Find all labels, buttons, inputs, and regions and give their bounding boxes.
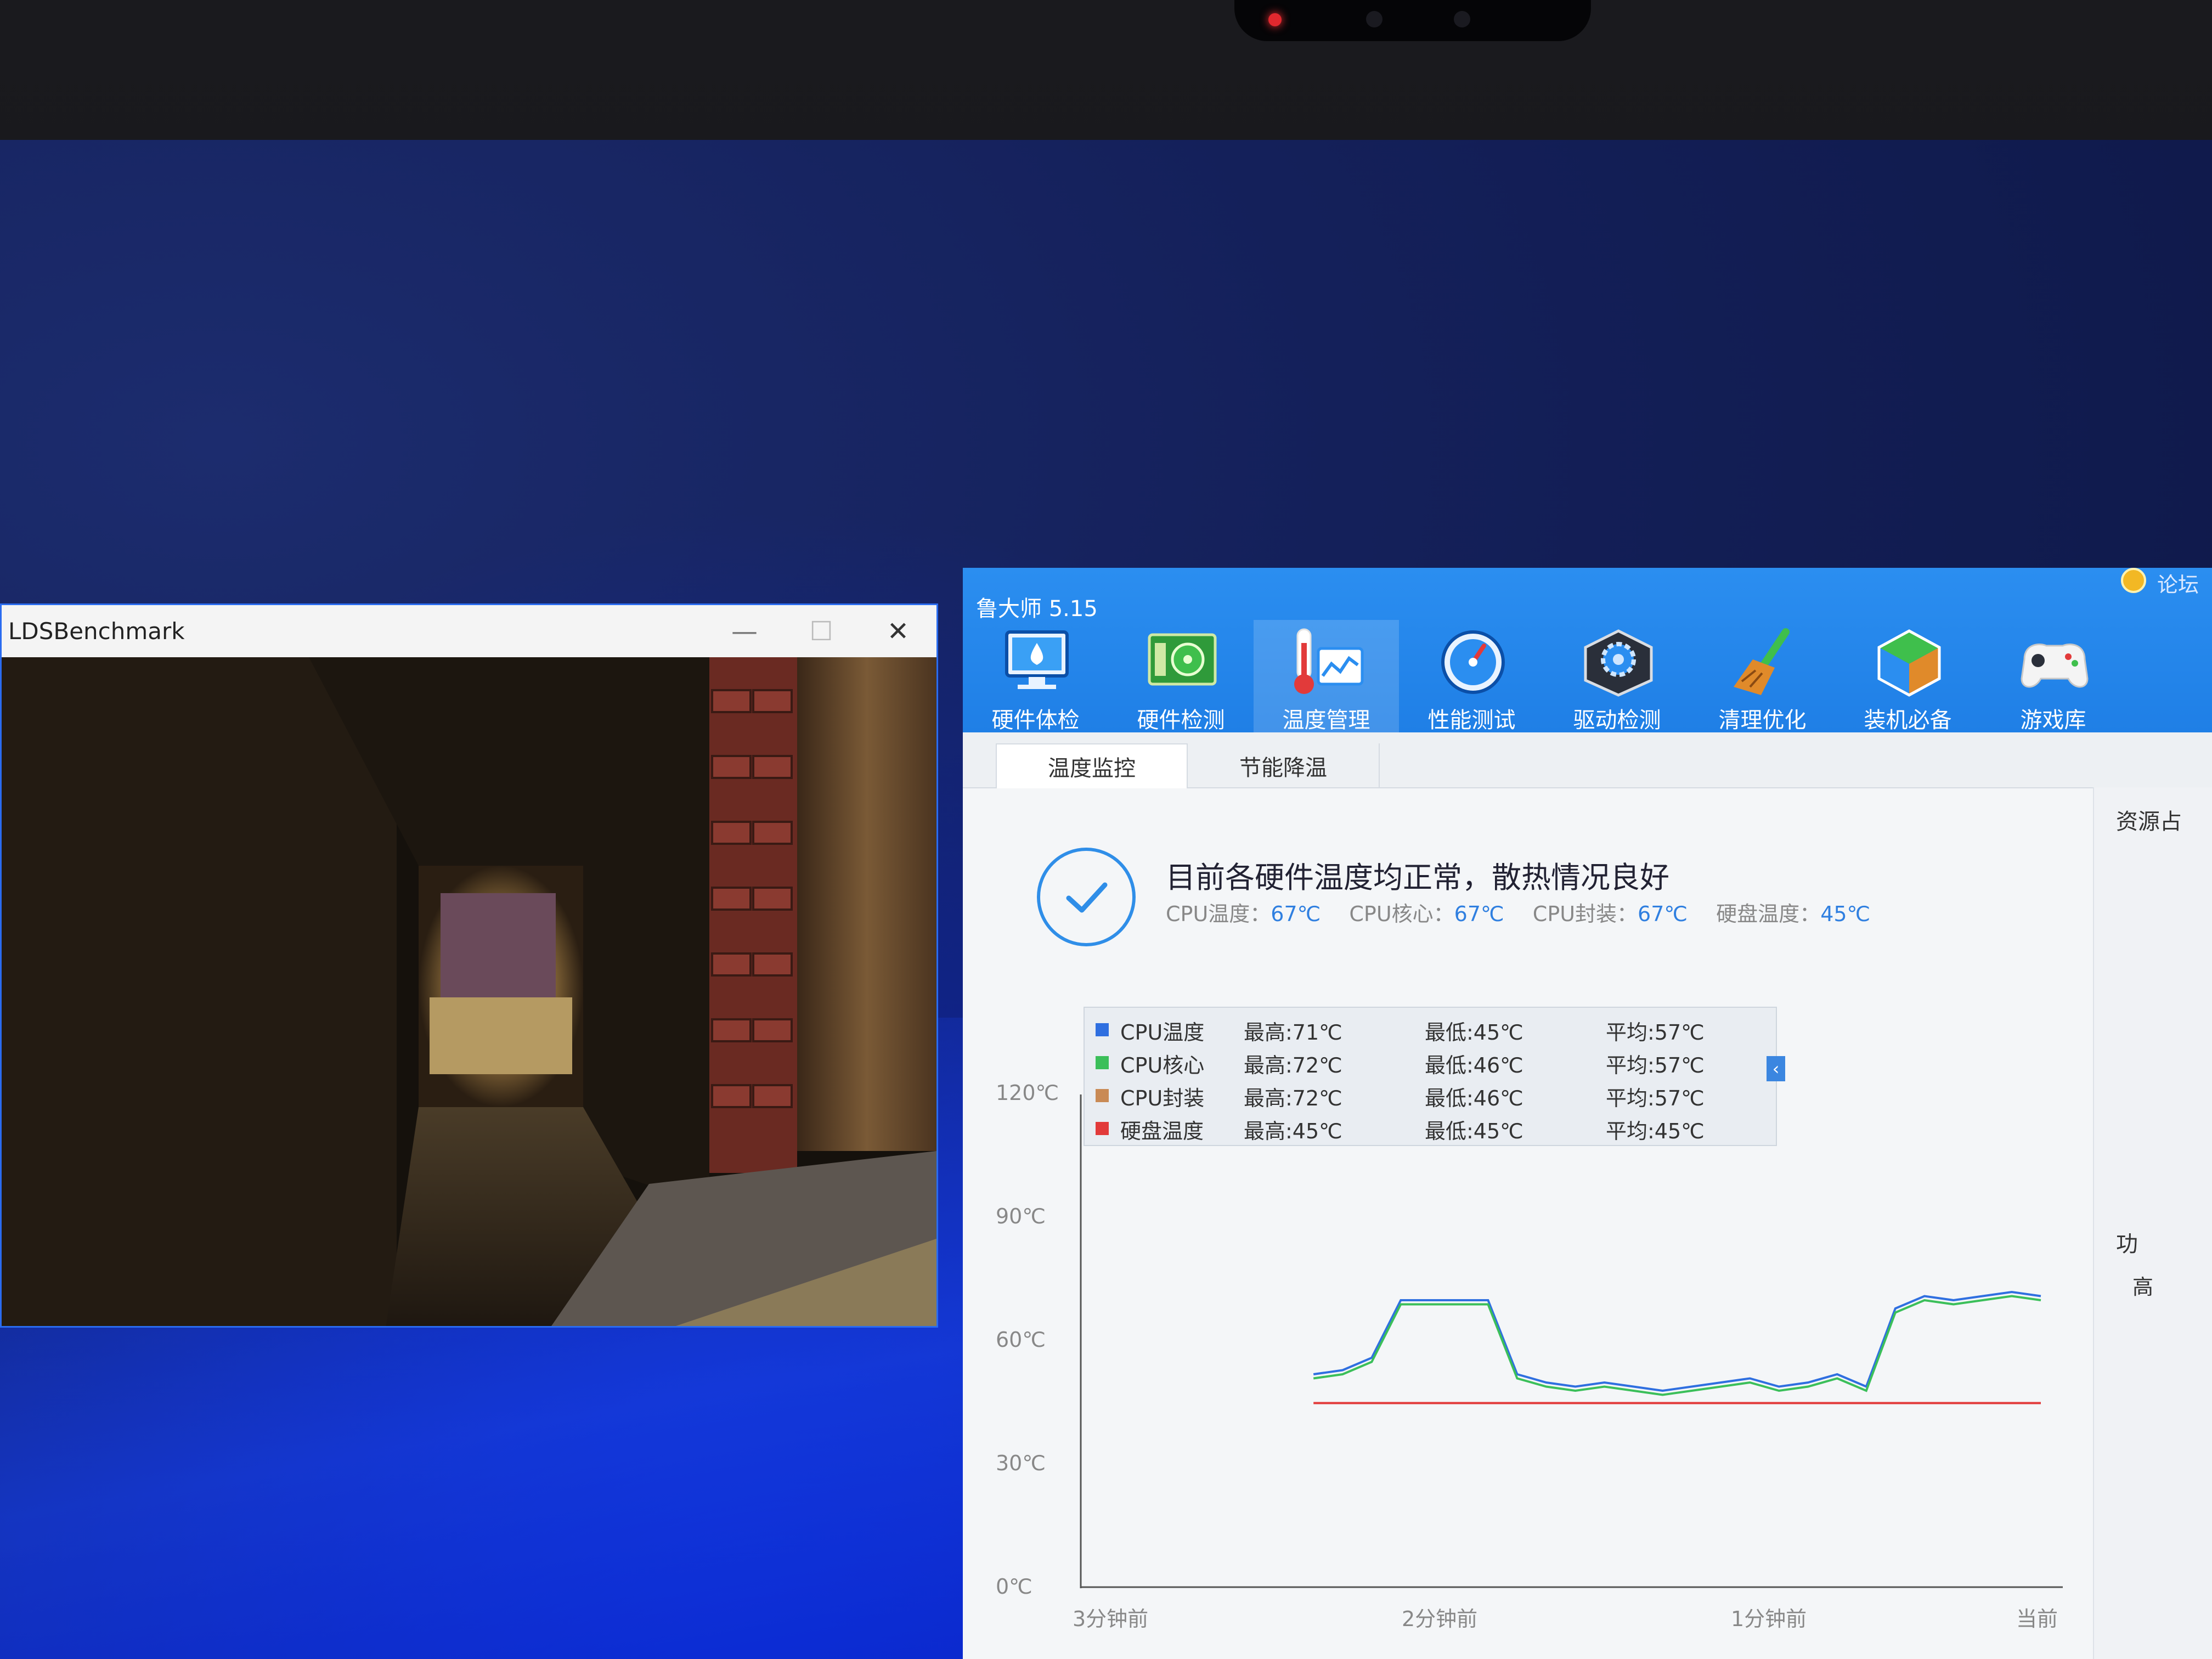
resource-side-panel: 资源占 功 高: [2093, 787, 2212, 1659]
reading-label: CPU封装：: [1532, 902, 1638, 926]
reading-value: 67℃: [1454, 902, 1504, 926]
desktop: LDSBenchmark — ☐ ✕ 鲁大师 5.15 论坛 硬件体检 硬件检测…: [0, 140, 2212, 1659]
status-ok-icon: [1037, 848, 1136, 946]
legend-max: 最高:71℃: [1244, 1020, 1342, 1045]
webcam-lens-icon: [1366, 11, 1383, 27]
monitor-check-icon: [1005, 630, 1069, 689]
benchmark-titlebar[interactable]: LDSBenchmark — ☐ ✕: [2, 605, 936, 657]
legend-min: 最低:46℃: [1425, 1053, 1523, 1077]
chart-plot-area: [1080, 1094, 2063, 1588]
reading-label: 硬盘温度：: [1716, 902, 1821, 926]
x-tick-label: 1分钟前: [1731, 1607, 1807, 1631]
x-tick-label: 当前: [2016, 1607, 2058, 1631]
status-headline: 目前各硬件温度均正常，散热情况良好: [1166, 860, 1669, 895]
maximize-button[interactable]: ☐: [783, 605, 860, 657]
legend-name: CPU核心: [1120, 1053, 1205, 1077]
x-tick-label: 2分钟前: [1402, 1607, 1478, 1631]
nav-label: 游戏库: [2020, 708, 2086, 733]
forum-link[interactable]: 论坛: [2157, 568, 2199, 598]
sub-tabs: 温度监控 节能降温: [963, 732, 2212, 788]
nav-essentials[interactable]: 装机必备: [1835, 620, 1980, 735]
legend-row-cpu-core[interactable]: CPU核心 最高:72℃ 最低:46℃ 平均:57℃: [1096, 1045, 1765, 1078]
minimize-button[interactable]: —: [706, 605, 783, 657]
reading-value: 67℃: [1271, 902, 1321, 926]
legend-avg: 平均:57℃: [1606, 1020, 1705, 1045]
nav-label: 性能测试: [1427, 708, 1516, 733]
main-nav: 硬件体检 硬件检测 温度管理 性能测试 驱动检测 清理优化 装机必备 游戏库: [963, 620, 2212, 735]
cube-box-icon: [1877, 629, 1941, 697]
y-tick-label: 60℃: [996, 1328, 1046, 1352]
benchmark-window[interactable]: LDSBenchmark — ☐ ✕: [0, 603, 938, 1328]
nav-label: 清理优化: [1718, 708, 1807, 733]
reading-value: 45℃: [1820, 902, 1871, 926]
legend-collapse-button[interactable]: ‹: [1767, 1056, 1785, 1081]
tab-temperature-monitor[interactable]: 温度监控: [996, 743, 1188, 788]
reading-label: CPU温度：: [1166, 902, 1271, 926]
nav-label: 装机必备: [1864, 708, 1952, 733]
status-readings: CPU温度：67℃ CPU核心：67℃ CPU封装：67℃ 硬盘温度：45℃: [1166, 897, 1870, 927]
side-panel-title: 资源占: [2116, 809, 2182, 834]
webcam-sensor-icon: [1454, 11, 1470, 27]
legend-name: CPU温度: [1120, 1020, 1205, 1045]
webcam-led-icon: [1268, 13, 1282, 26]
webcam-housing: [1234, 0, 1591, 41]
thermometer-chart-icon: [1294, 628, 1364, 694]
y-tick-label: 0℃: [996, 1575, 1032, 1599]
legend-row-cpu-temp[interactable]: CPU温度 最高:71℃ 最低:45℃ 平均:57℃: [1096, 1012, 1765, 1045]
y-tick-label: 90℃: [996, 1204, 1046, 1228]
nav-label: 驱动检测: [1573, 708, 1661, 733]
tab-power-saving[interactable]: 节能降温: [1188, 743, 1380, 788]
y-tick-label: 120℃: [996, 1081, 1059, 1105]
benchmark-3d-scene: [2, 657, 936, 1326]
medal-icon[interactable]: [2121, 568, 2146, 593]
reading-label: CPU核心：: [1349, 902, 1454, 926]
series-line-CPU核心: [1313, 1295, 2041, 1396]
nav-temperature[interactable]: 温度管理: [1254, 620, 1399, 735]
x-tick-label: 3分钟前: [1073, 1607, 1149, 1631]
nav-hardware-detect[interactable]: 硬件检测: [1108, 620, 1254, 735]
nav-label: 温度管理: [1282, 708, 1370, 733]
gear-chip-icon: [1584, 629, 1653, 697]
legend-swatch: [1096, 1056, 1109, 1069]
temperature-chart: CPU温度 最高:71℃ 最低:45℃ 平均:57℃ CPU核心 最高:72℃ …: [963, 963, 2093, 1659]
legend-swatch: [1096, 1023, 1109, 1036]
benchmark-window-title: LDSBenchmark: [8, 618, 185, 645]
speedometer-icon: [1441, 630, 1505, 694]
side-panel-section: 功: [2116, 1232, 2138, 1257]
nav-driver[interactable]: 驱动检测: [1544, 620, 1690, 735]
series-line-CPU温度: [1313, 1290, 2041, 1392]
circuit-board-icon: [1148, 633, 1217, 686]
ludashi-window[interactable]: 鲁大师 5.15 论坛 硬件体检 硬件检测 温度管理 性能测试 驱动检测 清理优…: [963, 568, 2212, 1659]
y-tick-label: 30℃: [996, 1451, 1046, 1475]
broom-icon: [1734, 628, 1790, 695]
app-title: 鲁大师 5.15: [976, 596, 1098, 622]
corridor-render: [2, 657, 936, 1326]
gamepad-icon: [2021, 644, 2089, 688]
nav-game-library[interactable]: 游戏库: [1980, 620, 2126, 735]
nav-label: 硬件检测: [1137, 708, 1225, 733]
close-button[interactable]: ✕: [860, 605, 936, 657]
legend-max: 最高:72℃: [1244, 1053, 1342, 1077]
legend-avg: 平均:57℃: [1606, 1053, 1705, 1077]
legend-min: 最低:45℃: [1425, 1020, 1523, 1045]
reading-value: 67℃: [1638, 902, 1688, 926]
side-panel-item: 高: [2132, 1275, 2154, 1299]
nav-cleanup[interactable]: 清理优化: [1690, 620, 1835, 735]
nav-label: 硬件体检: [991, 708, 1080, 733]
app-header: 鲁大师 5.15 论坛 硬件体检 硬件检测 温度管理 性能测试 驱动检测 清理优…: [963, 568, 2212, 735]
nav-performance[interactable]: 性能测试: [1399, 620, 1544, 735]
nav-hardware-checkup[interactable]: 硬件体检: [963, 620, 1108, 735]
